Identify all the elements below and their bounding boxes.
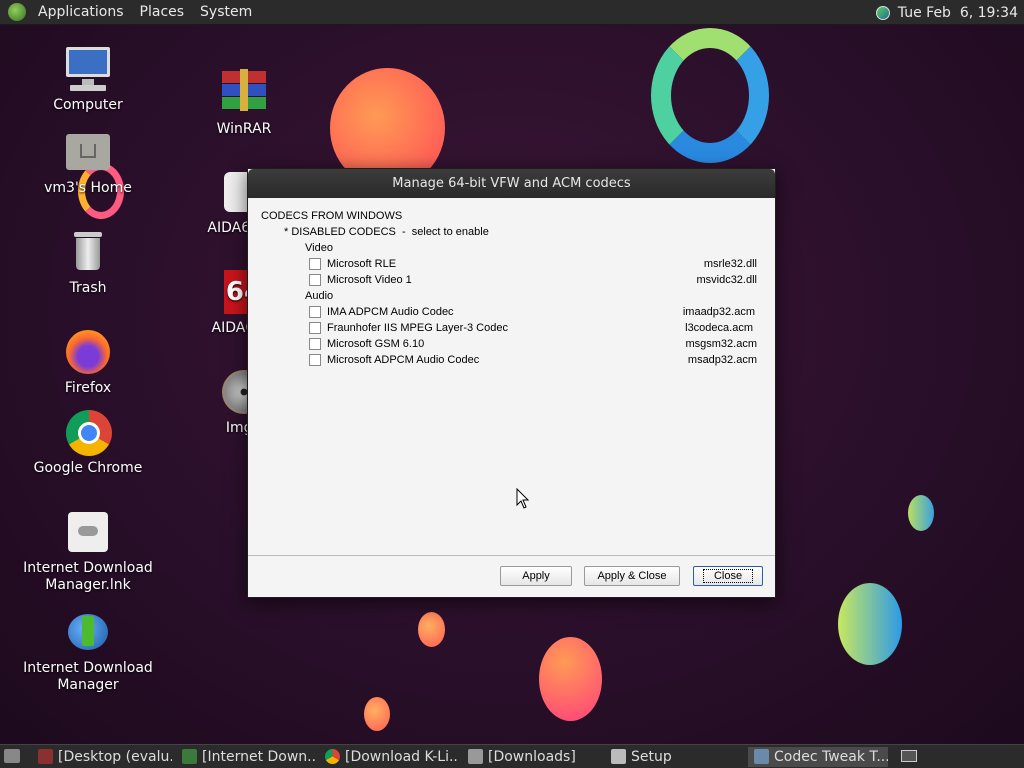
task-desktop[interactable]: [Desktop (evalu... xyxy=(32,747,172,767)
winrar-icon xyxy=(220,69,268,117)
decor-green-ball xyxy=(838,583,902,665)
desktop-icon-computer[interactable]: Computer xyxy=(18,45,158,114)
desktop-icon-chrome[interactable]: Google Chrome xyxy=(18,408,158,477)
tree-root[interactable]: CODECS FROM WINDOWS xyxy=(261,208,788,224)
clock[interactable]: Tue Feb 6, 19:34 xyxy=(898,5,1018,21)
show-desktop-icon[interactable] xyxy=(4,749,20,763)
tree-group-disabled[interactable]: * DISABLED CODECS - select to enable xyxy=(284,224,811,240)
dialog-titlebar[interactable]: Manage 64-bit VFW and ACM codecs xyxy=(248,169,775,198)
chrome-icon xyxy=(325,749,340,764)
desktop-icon-home[interactable]: vm3's Home xyxy=(18,128,158,197)
task-codec-tweak-tool[interactable]: Codec Tweak T... xyxy=(748,747,888,767)
codec-manager-dialog: Manage 64-bit VFW and ACM codecs CODECS … xyxy=(247,168,776,598)
top-panel: Applications Places System Tue Feb 6, 19… xyxy=(0,0,1024,25)
dialog-title: Manage 64-bit VFW and ACM codecs xyxy=(392,176,631,191)
desktop-icon-winrar[interactable]: WinRAR xyxy=(174,69,314,138)
desktop-icon-idm[interactable]: Internet Download Manager xyxy=(18,608,158,694)
task-setup[interactable]: Setup xyxy=(605,747,745,767)
workspace-switcher[interactable] xyxy=(901,750,917,762)
codec-tweak-icon xyxy=(754,749,769,764)
desktop-icon-idm-shortcut[interactable]: Internet Download Manager.lnk xyxy=(18,508,158,594)
dialog-divider xyxy=(248,555,775,556)
decor-small-orange xyxy=(364,697,390,731)
codec-row[interactable]: Microsoft GSM 6.10 msgsm32.acm xyxy=(248,336,775,352)
codec-checkbox[interactable] xyxy=(309,338,321,350)
idm-shortcut-icon xyxy=(64,508,112,556)
codec-row[interactable]: Microsoft RLE msrle32.dll xyxy=(248,256,775,272)
codec-row[interactable]: Microsoft ADPCM Audio Codec msadp32.acm xyxy=(248,352,775,368)
idm-icon xyxy=(64,608,112,656)
task-internet-download-manager[interactable]: [Internet Down... xyxy=(176,747,316,767)
codec-checkbox[interactable] xyxy=(309,274,321,286)
apply-close-button[interactable]: Apply & Close xyxy=(584,566,680,586)
idm-icon xyxy=(182,749,197,764)
close-button[interactable]: Close xyxy=(693,566,763,586)
home-folder-icon xyxy=(64,128,112,176)
codec-checkbox[interactable] xyxy=(309,354,321,366)
task-chrome-download[interactable]: [Download K-Li... xyxy=(319,747,459,767)
codec-checkbox[interactable] xyxy=(309,322,321,334)
desktop-icon xyxy=(38,749,53,764)
codec-row[interactable]: Fraunhofer IIS MPEG Layer-3 Codec l3code… xyxy=(248,320,775,336)
codec-checkbox[interactable] xyxy=(309,258,321,270)
apply-button[interactable]: Apply xyxy=(500,566,572,586)
decor-pink-balloon xyxy=(539,637,602,721)
decor-ring xyxy=(651,28,769,163)
codec-checkbox[interactable] xyxy=(309,306,321,318)
folder-icon xyxy=(468,749,483,764)
codec-row[interactable]: Microsoft Video 1 msvidc32.dll xyxy=(248,272,775,288)
setup-icon xyxy=(611,749,626,764)
menu-applications[interactable]: Applications xyxy=(30,0,132,25)
codec-row[interactable]: IMA ADPCM Audio Codec imaadp32.acm xyxy=(248,304,775,320)
chrome-icon xyxy=(64,408,112,456)
firefox-icon xyxy=(64,328,112,376)
codec-tree[interactable]: CODECS FROM WINDOWS * DISABLED CODECS - … xyxy=(248,198,775,555)
tree-category-audio[interactable]: Audio xyxy=(305,288,832,304)
computer-icon xyxy=(64,45,112,93)
tree-category-video[interactable]: Video xyxy=(305,240,832,256)
distro-logo-icon[interactable] xyxy=(8,3,26,21)
tray-area: Tue Feb 6, 19:34 xyxy=(875,0,1018,25)
desktop-icon-trash[interactable]: Trash xyxy=(18,228,158,297)
menu-system[interactable]: System xyxy=(192,0,260,25)
mouse-cursor-icon xyxy=(516,488,530,509)
trash-icon xyxy=(64,228,112,276)
network-icon[interactable] xyxy=(875,5,890,20)
task-downloads-folder[interactable]: [Downloads] xyxy=(462,747,602,767)
desktop-icon-firefox[interactable]: Firefox xyxy=(18,328,158,397)
taskbar: [Desktop (evalu... [Internet Down... [Do… xyxy=(0,744,1024,768)
decor-orange-ball xyxy=(418,612,445,647)
menu-places[interactable]: Places xyxy=(132,0,193,25)
decor-blue-ball xyxy=(908,495,934,531)
